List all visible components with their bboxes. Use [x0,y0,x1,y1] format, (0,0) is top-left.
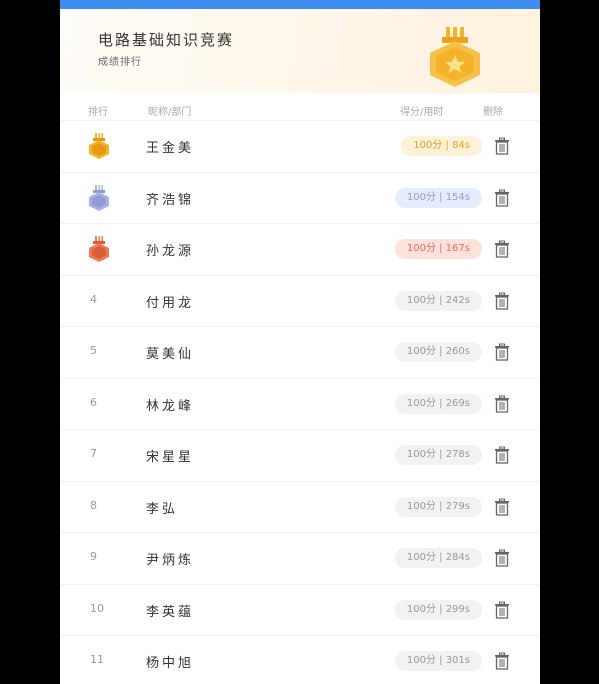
rank-row: 7 宋星星 100分 | 278s [60,430,540,482]
participant-name: 李弘 [146,501,179,517]
delete-button[interactable] [492,651,512,671]
trash-icon [492,292,512,314]
rank-number: 6 [90,395,97,409]
ranking-list: 王金美 100分 | 84s 齐浩锦 100分 | 154s 孙龙源 100分 | 1… [60,121,540,684]
col-score: 得分/用时 [400,107,444,118]
col-delete: 删除 [483,107,503,118]
rank-row: 8 李弘 100分 | 279s [60,482,540,533]
score-badge: 100分 | 278s [394,445,482,465]
delete-button[interactable] [492,548,512,568]
participant-name: 林龙峰 [146,398,195,414]
rank-number: 10 [90,601,104,615]
delete-button[interactable] [492,394,512,414]
status-bar [60,0,540,9]
participant-name: 尹炳炼 [146,553,195,568]
trash-icon [492,601,512,623]
rank-row: 4 付用龙 100分 | 242s [60,276,540,327]
delete-button[interactable] [492,342,512,362]
score-badge: 100分 | 84s [401,136,482,156]
rank-number: 8 [90,498,97,512]
page-title: 电路基础知识竞赛 [98,31,235,49]
rank-row: 孙龙源 100分 | 167s [60,224,540,276]
rank-row: 10 李英蕴 100分 | 299s [60,585,540,636]
participant-name: 付用龙 [146,295,195,311]
score-badge: 100分 | 269s [394,393,482,414]
delete-button[interactable] [492,239,512,259]
trash-icon [492,652,512,674]
participant-name: 莫美仙 [146,347,195,362]
participant-name: 李英蕴 [146,604,195,620]
rank-number: 7 [90,447,97,460]
phone-screen: 电路基础知识竞赛 成绩排行 排行 昵称/部门 得分/用时 删除 王金美 100分 … [60,0,540,684]
column-header: 排行 昵称/部门 得分/用时 删除 [60,93,540,121]
score-badge: 100分 | 301s [394,651,482,671]
delete-button[interactable] [492,291,512,311]
trash-icon [492,137,512,159]
trash-icon [492,446,512,468]
col-rank: 排行 [88,107,108,118]
rank-row: 9 尹炳炼 100分 | 284s [60,533,540,585]
page-subtitle: 成绩排行 [98,57,142,68]
trash-icon [492,498,512,520]
score-badge: 100分 | 260s [394,342,482,362]
score-badge: 100分 | 284s [394,548,482,568]
rank-number: 5 [90,344,97,357]
rank-row: 6 林龙峰 100分 | 269s [60,379,540,430]
delete-button[interactable] [492,445,512,465]
header-banner: 电路基础知识竞赛 成绩排行 [60,9,540,93]
participant-name: 宋星星 [146,450,195,465]
delete-button[interactable] [492,136,512,156]
participant-name: 王金美 [146,141,195,156]
trophy-medal-icon [430,27,480,87]
participant-name: 杨中旭 [146,656,195,671]
score-badge: 100分 | 279s [394,496,482,517]
col-name: 昵称/部门 [148,107,192,118]
silver-medal-icon [88,184,110,211]
participant-name: 孙龙源 [146,244,195,259]
rank-number: 11 [90,653,104,666]
score-badge: 100分 | 299s [394,599,482,620]
trash-icon [492,189,512,211]
score-badge: 100分 | 154s [394,187,482,208]
rank-row: 5 莫美仙 100分 | 260s [60,327,540,379]
delete-button[interactable] [492,188,512,208]
participant-name: 齐浩锦 [146,192,195,208]
score-badge: 100分 | 167s [394,239,482,259]
delete-button[interactable] [492,600,512,620]
delete-button[interactable] [492,497,512,517]
gold-medal-icon [88,133,110,159]
score-badge: 100分 | 242s [394,290,482,311]
rank-number: 4 [90,292,97,306]
trash-icon [492,240,512,262]
trash-icon [492,343,512,365]
rank-row: 齐浩锦 100分 | 154s [60,173,540,224]
bronze-medal-icon [88,236,110,262]
rank-number: 9 [90,550,97,563]
rank-row: 王金美 100分 | 84s [60,121,540,173]
trash-icon [492,549,512,571]
trash-icon [492,395,512,417]
rank-row: 11 杨中旭 100分 | 301s [60,636,540,684]
